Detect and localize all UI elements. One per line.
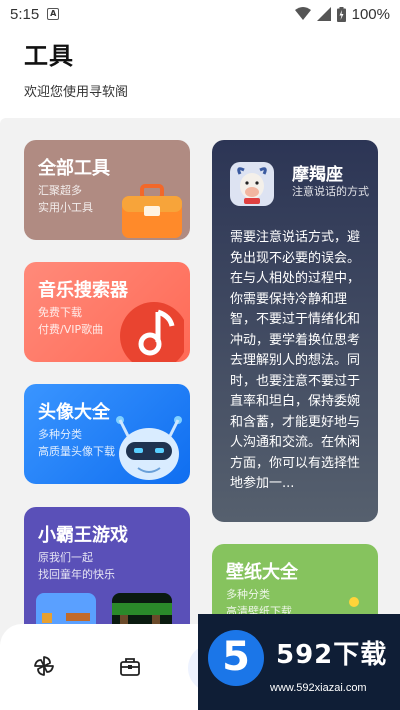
card-subtitle: 原我们一起 找回童年的快乐 [38,551,115,581]
card-title: 壁纸大全 [226,562,298,583]
watermark-url: www.592xiazai.com [270,682,367,694]
status-bar: 5:15 A 100% [0,0,400,28]
status-time: 5:15 [10,5,40,23]
zodiac-tagline: 注意说话的方式 [292,185,369,198]
card-avatar-collection[interactable]: 头像大全 多种分类 高质量头像下载 [24,384,190,484]
page-subtitle: 欢迎您使用寻软阁 [24,85,129,100]
card-music-search[interactable]: 音乐搜索器 免费下载 付费/VIP歌曲 [24,262,190,362]
card-title: 音乐搜索器 [38,280,128,301]
battery-percent: 100% [351,5,390,23]
wifi-icon [294,7,311,20]
robot-icon [116,416,182,480]
music-note-icon [120,302,184,362]
capricorn-icon [230,162,274,206]
zodiac-description: 需要注意说话方式，避免出现不必要的误会。在与人相处的过程中，你需要保持冷静和理智… [230,230,361,491]
notification-icon: A [47,8,60,20]
battery-icon [336,6,346,22]
watermark-logo: 5 [208,630,264,686]
card-title: 全部工具 [38,158,110,179]
signal-icon [316,7,331,21]
zodiac-name: 摩羯座 [292,165,343,185]
card-horoscope[interactable]: 摩羯座 注意说话的方式 需要注意说话方式，避免出现不必要的误会。在与人相处的过程… [212,140,378,522]
toolbox-icon [122,184,182,238]
watermark-brand: 592下载 [276,640,388,670]
card-title: 头像大全 [38,402,110,423]
watermark-logo-digit: 5 [222,634,250,680]
tab-pinwheel-icon[interactable] [32,654,56,678]
watermark-overlay: 5 592下载 www.592xiazai.com [198,614,400,710]
page-header: 工具 欢迎您使用寻软阁 [24,36,128,100]
page-title: 工具 [24,42,74,70]
card-all-tools[interactable]: 全部工具 汇聚超多 实用小工具 [24,140,190,240]
card-title: 小霸王游戏 [38,525,128,546]
status-icons: 100% [294,5,390,23]
tab-toolbox-icon[interactable] [118,654,142,678]
